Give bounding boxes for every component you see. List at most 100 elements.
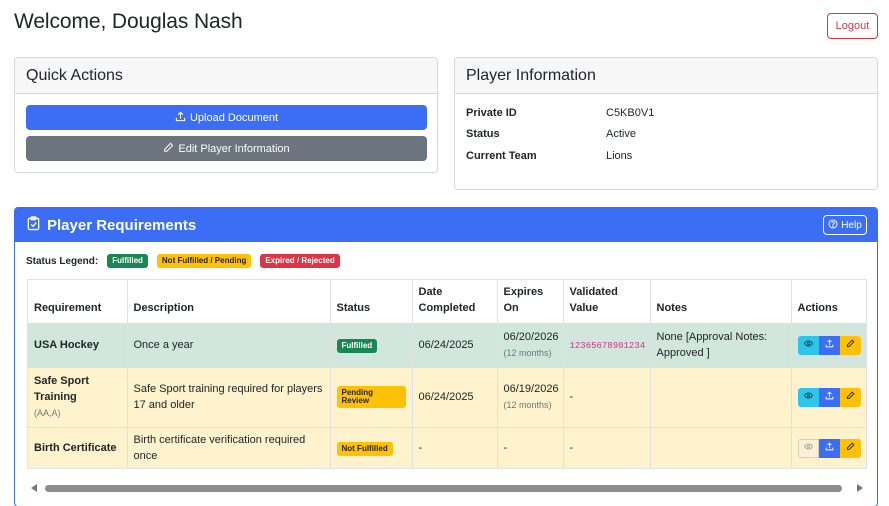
col-requirement: Requirement — [28, 280, 128, 324]
info-value: Lions — [606, 150, 633, 162]
edit-button[interactable] — [839, 438, 861, 458]
requirements-header: Player Requirements Help — [15, 208, 877, 242]
requirement-name: Birth Certificate — [34, 442, 117, 454]
eye-icon — [803, 440, 813, 456]
cell-status: Pending Review — [330, 367, 413, 428]
cell-notes — [650, 367, 792, 428]
action-group — [797, 438, 863, 458]
expires-duration: (12 months) — [503, 400, 552, 410]
cell-actions — [791, 323, 866, 368]
cell-date-completed: 06/24/2025 — [412, 323, 498, 368]
eye-icon — [803, 337, 813, 353]
cell-validated-value: - — [563, 427, 651, 468]
upload-button[interactable] — [818, 387, 840, 407]
scroll-left-arrow-icon[interactable] — [31, 484, 37, 492]
edit-player-label: Edit Player Information — [178, 142, 290, 155]
info-key: Status — [466, 128, 500, 140]
cell-status: Fulfilled — [330, 323, 413, 368]
col-expires-on: Expires On — [497, 280, 564, 324]
welcome-heading: Welcome, Douglas Nash — [14, 10, 243, 33]
upload-document-button[interactable]: Upload Document — [26, 105, 427, 130]
cell-date-completed: - — [412, 427, 498, 468]
pencil-icon — [846, 440, 855, 456]
cell-description: Birth certificate verification required … — [127, 427, 331, 468]
edit-button[interactable] — [839, 387, 861, 407]
upload-document-label: Upload Document — [189, 111, 279, 124]
col-date-completed: Date Completed — [412, 280, 498, 324]
scrollbar-thumb[interactable] — [45, 485, 842, 492]
player-requirements-card: Player Requirements Help Status Legend: … — [14, 207, 878, 506]
info-row-status: Status Active — [466, 128, 636, 140]
col-description: Description — [127, 280, 331, 324]
legend-label: Status Legend: — [26, 255, 99, 267]
upload-icon — [175, 111, 186, 125]
cell-description: Safe Sport training required for players… — [127, 367, 331, 428]
scroll-right-arrow-icon[interactable] — [857, 484, 863, 492]
cell-requirement: Birth Certificate — [28, 427, 128, 468]
cell-expires-on: - — [497, 427, 564, 468]
pencil-icon — [846, 337, 855, 353]
validated-value: 12365678901234 — [569, 340, 646, 351]
info-value: C5KB0V1 — [606, 107, 655, 119]
pencil-icon — [163, 142, 174, 156]
help-label: Help — [841, 219, 862, 231]
upload-button[interactable] — [818, 438, 840, 458]
edit-player-button[interactable]: Edit Player Information — [26, 136, 427, 161]
info-key: Private ID — [466, 107, 517, 119]
cell-actions — [791, 427, 866, 468]
quick-actions-card: Quick Actions Upload Document Edit Playe… — [14, 57, 438, 173]
legend-pending-badge: Not Fulfilled / Pending — [156, 254, 252, 268]
info-row-private-id: Private ID C5KB0V1 — [466, 107, 654, 119]
player-information-title: Player Information — [455, 58, 877, 94]
status-badge: Not Fulfilled — [336, 442, 393, 456]
player-information-card: Player Information Private ID C5KB0V1 St… — [454, 57, 878, 190]
legend-fulfilled-badge: Fulfilled — [107, 254, 148, 268]
upload-icon — [825, 389, 834, 405]
cell-description: Once a year — [127, 323, 331, 368]
col-validated-value: Validated Value — [563, 280, 651, 324]
action-group — [797, 335, 863, 355]
view-button[interactable] — [797, 387, 819, 407]
cell-expires-on: 06/19/2026 (12 months) — [497, 367, 564, 428]
requirements-title: Player Requirements — [47, 216, 197, 234]
col-status: Status — [330, 280, 413, 324]
cell-notes — [650, 427, 792, 468]
clipboard-check-icon — [26, 215, 41, 235]
upload-icon — [825, 440, 834, 456]
requirement-name: Safe Sport Training — [34, 375, 90, 403]
status-badge: Fulfilled — [336, 339, 378, 353]
table-header-row: Requirement Description Status Date Comp… — [28, 280, 866, 324]
table-row: Safe Sport Training (AA,A) Safe Sport tra… — [28, 367, 866, 428]
cell-status: Not Fulfilled — [330, 427, 413, 468]
requirements-table-container: Requirement Description Status Date Comp… — [27, 279, 867, 469]
expires-date: 06/20/2026 — [503, 331, 559, 343]
cell-date-completed: 06/24/2025 — [412, 367, 498, 428]
cell-expires-on: 06/20/2026 (12 months) — [497, 323, 564, 368]
table-row: Birth Certificate Birth certificate veri… — [28, 427, 866, 468]
status-legend: Status Legend: Fulfilled Not Fulfilled /… — [26, 254, 340, 268]
help-button[interactable]: Help — [823, 215, 867, 235]
upload-icon — [825, 337, 834, 353]
view-button-disabled — [797, 438, 819, 458]
table-row: USA Hockey Once a year Fulfilled 06/24/2… — [28, 323, 866, 368]
expires-duration: (12 months) — [503, 348, 552, 358]
quick-actions-title: Quick Actions — [15, 58, 437, 94]
requirement-name: USA Hockey — [34, 339, 100, 351]
eye-icon — [803, 389, 813, 405]
col-notes: Notes — [650, 280, 792, 324]
horizontal-scrollbar[interactable] — [27, 481, 867, 495]
info-key: Current Team — [466, 150, 537, 162]
cell-notes: None [Approval Notes: Approved ] — [650, 323, 792, 368]
upload-button[interactable] — [818, 335, 840, 355]
info-value: Active — [606, 128, 636, 140]
expires-date: 06/19/2026 — [503, 383, 559, 395]
action-group — [797, 387, 863, 407]
pencil-icon — [846, 389, 855, 405]
logout-button[interactable]: Logout — [827, 13, 878, 39]
cell-requirement: USA Hockey — [28, 323, 128, 368]
cell-validated-value: - — [563, 367, 651, 428]
view-button[interactable] — [797, 335, 819, 355]
col-actions: Actions — [791, 280, 866, 324]
requirements-table: Requirement Description Status Date Comp… — [28, 280, 866, 468]
edit-button[interactable] — [839, 335, 861, 355]
